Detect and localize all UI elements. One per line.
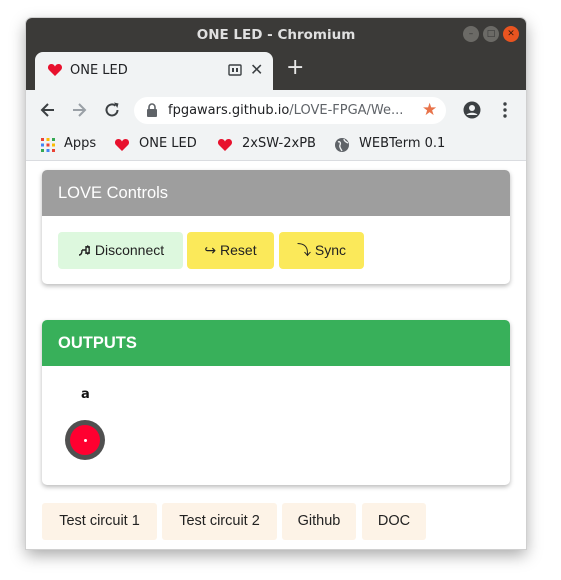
bookmark-webterm[interactable]: WEBTerm 0.1 [359, 136, 445, 151]
arrow-curve-down-icon: ⤵ [296, 242, 311, 258]
maximize-button[interactable]: □ [483, 26, 499, 42]
media-router-icon[interactable] [228, 63, 242, 77]
browser-tab[interactable]: ONE LED ✕ [35, 52, 273, 90]
sync-button[interactable]: ⤵ Sync [279, 232, 364, 269]
reset-button[interactable]: ↪ Reset [187, 232, 274, 269]
tab-close-icon[interactable]: ✕ [250, 60, 263, 79]
forward-arrow-icon[interactable] [69, 100, 89, 120]
led-panel: a [42, 366, 510, 485]
outputs-card: OUTPUTS a [42, 320, 510, 485]
controls-header: LOVE Controls [42, 170, 510, 216]
plug-icon [78, 245, 90, 256]
new-tab-button[interactable]: + [286, 55, 304, 80]
arrow-right-hook-icon: ↪ [204, 242, 217, 258]
reset-label: Reset [220, 242, 257, 258]
page-content: LOVE Controls Disconnect ↪ Reset ⤵ Sync … [26, 161, 526, 549]
menu-kebab-icon[interactable] [495, 100, 515, 120]
url-text: fpgawars.github.io/LOVE-FPGA/We... [168, 103, 403, 118]
disconnect-label: Disconnect [94, 242, 165, 258]
github-button[interactable]: Github [282, 503, 356, 540]
globe-icon[interactable] [334, 137, 350, 153]
window-title: ONE LED - Chromium [196, 27, 356, 43]
led-indicator [65, 420, 105, 460]
disconnect-button[interactable]: Disconnect [58, 232, 183, 269]
title-bar: ONE LED - Chromium – □ ✕ ONE LED ✕ + [26, 18, 526, 90]
apps-grid-icon[interactable] [40, 137, 56, 153]
heart-icon [47, 64, 63, 76]
sync-label: Sync [314, 242, 346, 258]
outputs-header: OUTPUTS [42, 320, 510, 366]
led-highlight [84, 439, 87, 442]
address-bar[interactable]: fpgawars.github.io/LOVE-FPGA/We... ★ [134, 97, 446, 124]
lock-icon[interactable] [146, 103, 158, 117]
bookmark-2xsw-2xpb[interactable]: 2xSW-2xPB [242, 136, 316, 151]
bookmark-one-led[interactable]: ONE LED [139, 136, 197, 151]
love-controls-card: LOVE Controls Disconnect ↪ Reset ⤵ Sync [42, 170, 510, 284]
back-arrow-icon[interactable] [38, 100, 58, 120]
tab-title: ONE LED [70, 63, 128, 78]
heart-icon[interactable] [217, 137, 233, 153]
doc-button[interactable]: DOC [362, 503, 426, 540]
url-domain: fpgawars.github.io [168, 103, 290, 118]
bookmark-star-icon[interactable]: ★ [422, 100, 437, 120]
bookmarks-bar: Apps ONE LED 2xSW-2xPB WEBTerm 0.1 [26, 130, 526, 161]
test-circuit-1-button[interactable]: Test circuit 1 [42, 503, 157, 540]
heart-icon[interactable] [114, 137, 130, 153]
url-path: /LOVE-FPGA/We... [289, 103, 404, 118]
navigation-toolbar: fpgawars.github.io/LOVE-FPGA/We... ★ [26, 90, 526, 130]
close-window-button[interactable]: ✕ [503, 26, 519, 42]
minimize-button[interactable]: – [463, 26, 479, 42]
reload-icon[interactable] [102, 100, 122, 120]
browser-window: ONE LED - Chromium – □ ✕ ONE LED ✕ + fpg… [26, 18, 526, 549]
led-light [70, 425, 100, 455]
led-label: a [81, 387, 90, 402]
test-circuit-2-button[interactable]: Test circuit 2 [162, 503, 277, 540]
profile-avatar-icon[interactable] [462, 100, 482, 120]
bookmark-apps[interactable]: Apps [64, 136, 96, 151]
